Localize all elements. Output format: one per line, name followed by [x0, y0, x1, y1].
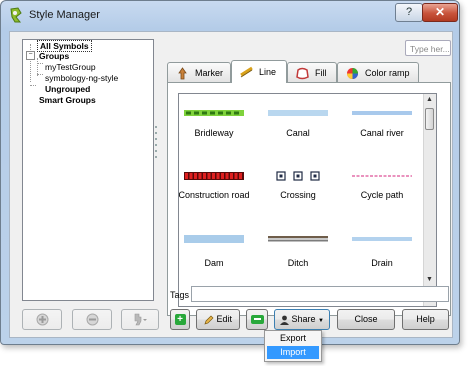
- tab-line[interactable]: Line: [231, 60, 287, 83]
- tree-line: [37, 63, 43, 64]
- tab-label: Color ramp: [365, 68, 410, 78]
- scroll-up-icon[interactable]: ▲: [425, 94, 434, 106]
- color-ramp-icon: [347, 68, 358, 79]
- title-close-button[interactable]: ✕: [422, 3, 458, 22]
- tab-label: Fill: [315, 68, 327, 78]
- menu-item-export[interactable]: Export: [267, 332, 319, 345]
- scroll-down-icon[interactable]: ▼: [425, 274, 434, 286]
- group-tools-button[interactable]: [121, 309, 159, 330]
- tree-line: [30, 85, 36, 86]
- edit-button[interactable]: Edit: [196, 309, 240, 330]
- menu-item-import[interactable]: Import: [267, 346, 319, 359]
- remove-symbol-button[interactable]: [246, 309, 268, 330]
- title-help-button[interactable]: ?: [395, 3, 423, 22]
- symbol-name: Ditch: [287, 258, 309, 268]
- add-symbol-button[interactable]: +: [170, 309, 190, 330]
- search-input[interactable]: Type her...: [405, 40, 451, 56]
- tree-item-ungrouped[interactable]: Ungrouped: [45, 84, 90, 95]
- fill-icon: [296, 67, 309, 80]
- qgis-app-icon: [10, 7, 22, 23]
- group-tree[interactable]: − All Symbols Groups myTestGroup symbolo…: [22, 39, 154, 301]
- title-bar: Style Manager ? ✕: [1, 1, 459, 31]
- symbol-type-tabs: Marker Line Fill Color ramp: [167, 60, 449, 83]
- share-menu: Export Import: [264, 330, 322, 362]
- tree-line: [30, 44, 31, 82]
- cycle-path-swatch: [352, 175, 412, 177]
- style-manager-window: Style Manager ? ✕ − All Symbols Groups m…: [0, 0, 460, 345]
- share-button[interactable]: Share ▼: [274, 309, 330, 330]
- dialog-body: − All Symbols Groups myTestGroup symbolo…: [9, 31, 453, 338]
- scroll-thumb[interactable]: [425, 108, 434, 130]
- ditch-swatch: [268, 236, 328, 242]
- symbol-list-scrollbar[interactable]: ▲ ▼ ▼: [423, 94, 436, 306]
- drain-swatch: [352, 237, 412, 241]
- collapse-icon[interactable]: −: [26, 51, 35, 60]
- canal-swatch: [268, 110, 328, 116]
- splitter-handle[interactable]: [155, 122, 158, 182]
- edit-icon: [204, 315, 214, 325]
- dam-swatch: [184, 235, 244, 243]
- tree-item-mytestgroup[interactable]: myTestGroup: [45, 62, 96, 73]
- line-icon: [240, 66, 253, 78]
- symbol-name: Canal: [286, 128, 310, 138]
- symbol-name: Crossing: [280, 190, 316, 200]
- remove-group-button[interactable]: [72, 309, 112, 330]
- symbol-name: Bridleway: [194, 128, 234, 138]
- add-group-button[interactable]: [22, 309, 62, 330]
- tags-input[interactable]: [191, 286, 449, 302]
- share-label: Share: [291, 314, 316, 324]
- symbol-list[interactable]: Bridleway Canal Canal river Construction…: [178, 93, 437, 307]
- chevron-down-icon: ▼: [318, 318, 324, 324]
- line-tab-panel: Bridleway Canal Canal river Construction…: [167, 82, 451, 316]
- symbol-name: Dam: [204, 258, 224, 268]
- tree-item-smart-groups[interactable]: Smart Groups: [39, 95, 96, 106]
- symbol-name: Canal river: [360, 128, 404, 138]
- symbol-name: Construction road: [178, 190, 250, 200]
- tree-item-symbology-ng-style[interactable]: symbology-ng-style: [45, 73, 118, 84]
- symbol-name: Cycle path: [360, 190, 404, 200]
- remove-group-icon: [86, 313, 98, 326]
- plus-icon: +: [174, 314, 186, 326]
- edit-label: Edit: [216, 314, 233, 324]
- construction-road-swatch: [184, 172, 244, 180]
- group-tools-icon: [134, 313, 147, 326]
- tab-color-ramp[interactable]: Color ramp: [337, 62, 419, 82]
- tags-label: Tags: [170, 290, 190, 300]
- help-button[interactable]: Help: [402, 309, 449, 330]
- tree-line: [37, 74, 43, 75]
- canal-river-swatch: [352, 111, 412, 115]
- window-title: Style Manager: [29, 9, 100, 21]
- user-icon: [279, 315, 289, 325]
- marker-icon: [178, 67, 187, 80]
- tab-label: Line: [259, 67, 277, 77]
- symbol-name: Drain: [371, 258, 393, 268]
- close-button[interactable]: Close: [337, 309, 395, 330]
- bridleway-swatch: [184, 110, 244, 116]
- tab-fill[interactable]: Fill: [287, 62, 337, 82]
- remove-symbol-icon: [250, 315, 264, 325]
- add-group-icon: [36, 313, 48, 326]
- tree-item-groups[interactable]: Groups: [39, 51, 69, 62]
- tab-label: Marker: [195, 68, 224, 78]
- tab-marker[interactable]: Marker: [167, 62, 231, 82]
- crossing-swatch: [276, 171, 320, 181]
